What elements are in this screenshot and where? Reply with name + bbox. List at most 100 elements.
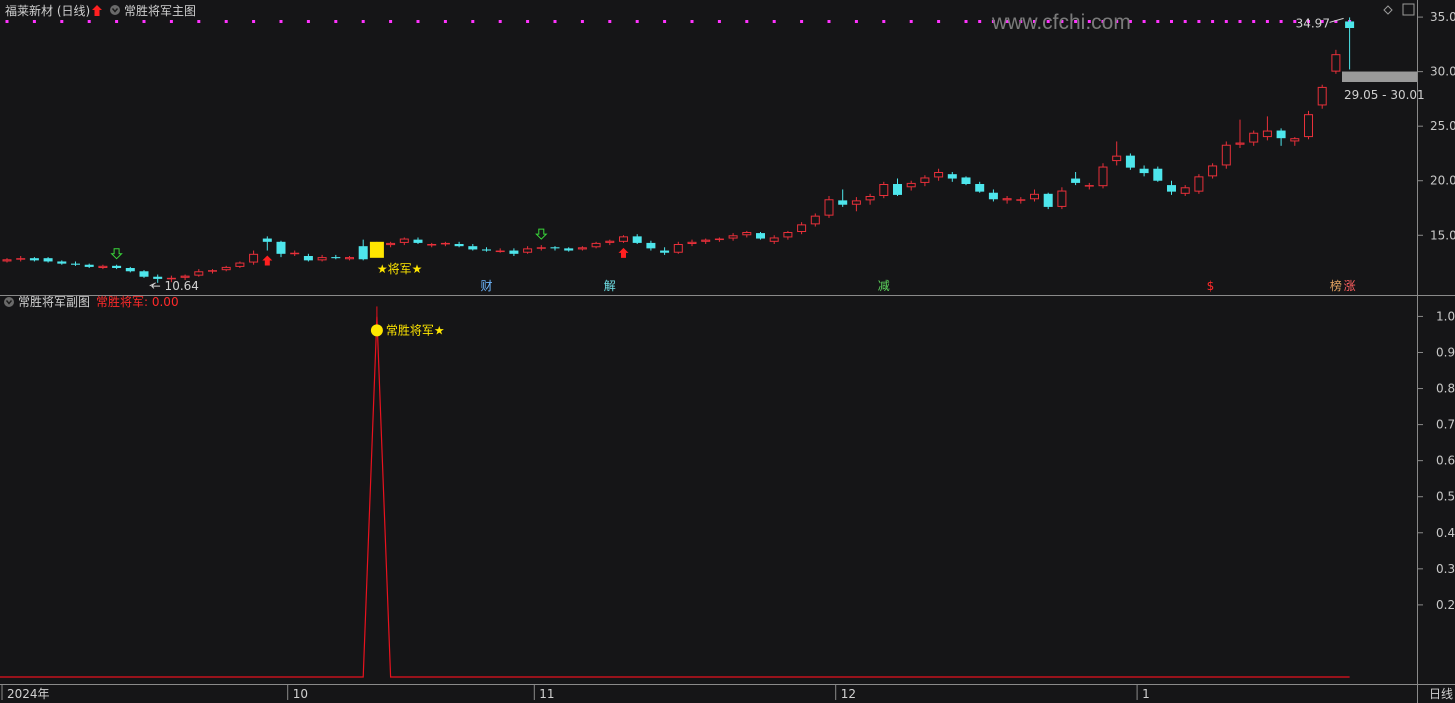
price-tick-label: 30.0 — [1430, 65, 1455, 79]
candle-body-up — [536, 247, 546, 249]
signal-dot — [964, 20, 968, 23]
high-price-label: 34.97 — [1296, 16, 1330, 30]
candle-body-down — [947, 174, 957, 179]
event-tag: 涨 — [1344, 278, 1356, 293]
price-tick-label: 15.0 — [1430, 228, 1455, 242]
candle-body-up — [194, 271, 204, 276]
signal-dot — [1211, 20, 1215, 23]
sub-tick-label: 1.0 — [1436, 309, 1455, 323]
candle-body-down — [303, 256, 313, 261]
candle-body-down — [646, 242, 656, 249]
signal-dot — [361, 20, 365, 23]
candle-body-up — [591, 242, 601, 248]
candle-body-up — [865, 196, 875, 201]
general-marker-block — [369, 241, 384, 258]
candle-body-up — [797, 224, 807, 232]
sub-tick-label: 0.2 — [1436, 598, 1455, 612]
watermark: www.cfchi.com — [991, 11, 1131, 34]
candle-body-up — [1194, 176, 1204, 192]
candle-body-down — [1043, 193, 1053, 207]
price-tick-label: 25.0 — [1430, 119, 1455, 133]
candle-body-down — [893, 184, 902, 195]
price-tick-label: 20.0 — [1430, 174, 1455, 188]
time-tick-label: 2024年 — [7, 687, 50, 701]
candle-body-down — [509, 250, 519, 254]
candle-body-down — [413, 239, 423, 243]
chart-canvas[interactable]: ← 10.64 34.97 29.05 - 30.01 ★将军★ 财 解 减 $ 榜涨 常胜将军… — [0, 0, 1455, 703]
candle-body-down — [84, 264, 94, 267]
candle-body-up — [851, 200, 861, 205]
candle-body-down — [632, 236, 642, 243]
candle-body-up — [386, 242, 396, 246]
candle-body-up — [934, 172, 944, 178]
sub-tick-label: 0.7 — [1436, 418, 1455, 432]
candle-body-up — [769, 237, 779, 242]
range-band — [1342, 71, 1417, 82]
candle-body-down — [975, 184, 985, 192]
chevron-down-icon[interactable] — [4, 297, 14, 307]
signal-dot — [1252, 20, 1256, 23]
candle-body-down — [961, 177, 971, 184]
candle-body-up — [1221, 144, 1231, 166]
sub-tick-label: 0.8 — [1436, 382, 1455, 396]
event-tag: 减 — [878, 279, 890, 293]
candle-body-down — [1139, 168, 1149, 174]
candle-body-up — [1208, 165, 1218, 177]
signal-dot — [580, 20, 584, 23]
sub-indicator-name[interactable]: 常胜将军副图 — [18, 294, 90, 309]
event-tag: 财 — [481, 279, 493, 293]
candle-body-up — [180, 275, 190, 278]
candle-body-up — [290, 252, 300, 255]
candle-body-up — [1098, 166, 1108, 187]
signal-dot — [978, 20, 982, 23]
period-label[interactable]: 日线 — [1429, 687, 1453, 701]
candle-body-down — [71, 263, 80, 265]
candle-body-up — [523, 248, 533, 253]
signal-dot — [142, 20, 146, 23]
time-tick-label: 1 — [1142, 687, 1150, 701]
candle-body-up — [249, 253, 259, 263]
signal-dot — [252, 20, 256, 23]
signal-dot — [854, 20, 858, 23]
candle-body-down — [564, 248, 574, 251]
sub-tick-label: 0.3 — [1436, 562, 1455, 576]
candle-body-down — [139, 271, 149, 277]
candle-body-down — [262, 238, 272, 242]
signal-dot — [334, 20, 338, 23]
candle-body-up — [1235, 142, 1245, 145]
candle-body-up — [1084, 185, 1094, 187]
signal-dot — [197, 20, 201, 23]
candle-body-down — [1153, 168, 1163, 181]
range-label: 29.05 - 30.01 — [1344, 88, 1425, 102]
candle-body-down — [57, 261, 67, 264]
candle-body-down — [1345, 21, 1355, 28]
sub-tick-label: 0.5 — [1436, 490, 1455, 504]
signal-dot — [717, 20, 721, 23]
candle-body-up — [235, 262, 245, 267]
candle-body-down — [1071, 178, 1081, 183]
signal-dot — [1142, 20, 1146, 23]
signal-dot — [882, 20, 886, 23]
signal-dot — [553, 20, 557, 23]
candle-body-up — [1249, 132, 1259, 143]
candle-body-up — [1112, 155, 1122, 162]
price-tick-label: 35.0 — [1430, 10, 1455, 24]
sub-marker-label: 常胜将军★ — [386, 322, 445, 337]
chevron-down-icon[interactable] — [110, 5, 120, 15]
candle-body-down — [112, 265, 122, 268]
event-tag: 解 — [604, 279, 616, 293]
signal-dot — [526, 20, 530, 23]
stock-name: 福莱新材 (日线) — [5, 3, 90, 18]
time-tick-label: 12 — [841, 687, 856, 701]
candle-body-up — [399, 238, 409, 243]
signal-dot — [1183, 20, 1187, 23]
main-indicator-name[interactable]: 常胜将军主图 — [124, 3, 196, 18]
candle-body-down — [468, 246, 478, 250]
candle-body-down — [125, 268, 135, 272]
candle-body-up — [824, 199, 834, 216]
signal-dot — [169, 20, 173, 23]
signal-dot — [443, 20, 447, 23]
signal-dot — [279, 20, 283, 23]
background — [0, 0, 1455, 703]
candle-body-up — [440, 242, 450, 245]
